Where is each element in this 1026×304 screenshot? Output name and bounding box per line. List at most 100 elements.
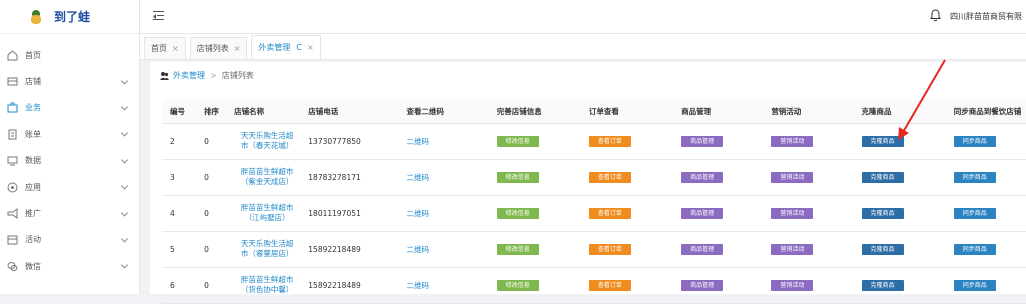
store-sort: 0: [196, 267, 227, 304]
store-sort: 0: [196, 231, 227, 268]
marketing-button[interactable]: 营销活动: [771, 171, 814, 183]
clone-products-button[interactable]: 克隆商品: [861, 135, 904, 147]
action-cell: 营销活动: [763, 159, 854, 196]
store-name-link[interactable]: 天天乐购生活超 市（春天花城）: [226, 123, 301, 160]
bell-icon[interactable]: [930, 9, 941, 22]
tab-store-list[interactable]: 店铺列表 ×: [189, 37, 248, 59]
store-table: 编号 排序 店铺名称 店铺电话 查看二维码 完善店铺信息 订单查看 商品管理 营销活动 克隆商品同…: [162, 100, 1026, 304]
top-bar: 四川胖苗苗商贸有限: [140, 0, 1026, 34]
sidebar: 到了蛙 首页店铺业务 账单数据应用 推广 活动 微信: [0, 0, 140, 294]
sidebar-item[interactable]: 应用: [0, 174, 139, 200]
store-id: 2: [162, 123, 197, 160]
edit-info-button[interactable]: 修改信息: [496, 279, 539, 291]
marketing-button[interactable]: 营销活动: [771, 279, 814, 291]
company-name[interactable]: 四川胖苗苗商贸有限: [950, 11, 1022, 22]
action-cell: 克隆商品: [853, 231, 946, 268]
view-orders-button[interactable]: 查看订单: [588, 279, 631, 291]
breadcrumb-root[interactable]: 外卖管理: [173, 70, 205, 81]
action-cell: 商品管理: [673, 123, 764, 160]
tab-home[interactable]: 首页 ×: [144, 37, 186, 59]
action-cell: 查看订单: [580, 123, 674, 160]
brand-name: 到了蛙: [54, 10, 91, 24]
column-header: 订单查看: [580, 100, 674, 124]
close-icon[interactable]: ×: [234, 44, 241, 53]
sidebar-item[interactable]: 微信: [0, 253, 139, 279]
qr-code-link[interactable]: 二维码: [398, 195, 489, 232]
action-cell: 克隆商品: [853, 123, 946, 160]
qr-code-link[interactable]: 二维码: [398, 123, 489, 160]
store-name-line: 市（春天花城）: [240, 141, 294, 150]
table-row: 5 0 天天乐购生活超 市（睿蓥居店） 15892218489 二维码 修改信息 查看订单 商品…: [162, 231, 1026, 268]
sidebar-item[interactable]: 店铺: [0, 68, 139, 94]
store-name-link[interactable]: 胖苗苗生鲜超市 （紫金天成店）: [226, 159, 301, 196]
store-name-link[interactable]: 天天乐购生活超 市（睿蓥居店）: [226, 231, 301, 268]
action-cell: 营销活动: [763, 123, 854, 160]
product-management-button[interactable]: 商品管理: [681, 207, 724, 219]
view-orders-button[interactable]: 查看订单: [588, 243, 631, 255]
action-cell: 商品管理: [673, 267, 764, 304]
product-management-button[interactable]: 商品管理: [681, 243, 724, 255]
sync-products-button[interactable]: 同步商品: [953, 171, 996, 183]
store-name-line: 市（睿蓥居店）: [240, 249, 294, 258]
store-name-link[interactable]: 胖苗苗生鲜超市 （货色协中馨）: [226, 267, 301, 304]
sidebar-item[interactable]: 首页: [0, 42, 139, 68]
qr-code-link[interactable]: 二维码: [398, 159, 489, 196]
sidebar-item[interactable]: 账单: [0, 121, 139, 147]
action-cell: 修改信息: [488, 195, 581, 232]
action-cell: 营销活动: [763, 267, 854, 304]
activity-icon: [7, 234, 18, 245]
action-cell: 营销活动: [763, 231, 854, 268]
edit-info-button[interactable]: 修改信息: [496, 207, 539, 219]
table-row: 6 0 胖苗苗生鲜超市 （货色协中馨） 15892218489 二维码 修改信息 查看订单 商品…: [162, 267, 1026, 304]
table-row: 3 0 胖苗苗生鲜超市 （紫金天成店） 18783278171 二维码 修改信息 查看订单 商品…: [162, 159, 1026, 196]
action-cell: 商品管理: [673, 195, 764, 232]
product-management-button[interactable]: 商品管理: [681, 135, 724, 147]
view-orders-button[interactable]: 查看订单: [588, 171, 631, 183]
store-id: 6: [162, 267, 197, 304]
sync-products-button[interactable]: 同步商品: [953, 207, 996, 219]
sidebar-item[interactable]: 活动: [0, 227, 139, 253]
sidebar-item[interactable]: 推广: [0, 200, 139, 226]
edit-info-button[interactable]: 修改信息: [496, 135, 539, 147]
clone-products-button[interactable]: 克隆商品: [861, 279, 904, 291]
sync-products-button[interactable]: 同步商品: [953, 135, 996, 147]
table-row: 4 0 胖苗苗生鲜超市 （江屿墅店） 18011197051 二维码 修改信息 查看订单 商品管…: [162, 195, 1026, 232]
marketing-button[interactable]: 营销活动: [771, 135, 814, 147]
view-orders-button[interactable]: 查看订单: [588, 135, 631, 147]
sync-products-button[interactable]: 同步商品: [953, 243, 996, 255]
sidebar-item[interactable]: 数据: [0, 148, 139, 174]
home-icon: [7, 50, 18, 61]
brand-logo[interactable]: 到了蛙: [0, 0, 139, 34]
close-icon[interactable]: ×: [172, 44, 179, 53]
action-cell: 查看订单: [580, 231, 674, 268]
breadcrumb-separator: >: [210, 71, 217, 80]
column-header: 同步商品到餐饮店铺: [945, 100, 1026, 124]
qr-code-link[interactable]: 二维码: [398, 267, 489, 304]
tab-takeout-management[interactable]: 外卖管理 C ×: [251, 35, 321, 59]
action-cell: 克隆商品: [853, 195, 946, 232]
collapse-menu-icon[interactable]: [153, 11, 164, 21]
sidebar-item[interactable]: 业务: [0, 95, 139, 121]
close-icon[interactable]: ×: [307, 43, 314, 52]
clone-products-button[interactable]: 克隆商品: [861, 243, 904, 255]
sidebar-item-label: 店铺: [25, 77, 41, 87]
clone-products-button[interactable]: 克隆商品: [861, 171, 904, 183]
product-management-button[interactable]: 商品管理: [681, 279, 724, 291]
edit-info-button[interactable]: 修改信息: [496, 243, 539, 255]
refresh-icon[interactable]: C: [296, 43, 302, 52]
view-orders-button[interactable]: 查看订单: [588, 207, 631, 219]
action-cell: 同步商品: [945, 123, 1026, 160]
marketing-button[interactable]: 营销活动: [771, 207, 814, 219]
store-sort: 0: [196, 195, 227, 232]
store-id: 4: [162, 195, 197, 232]
edit-info-button[interactable]: 修改信息: [496, 171, 539, 183]
sidebar-item-label: 数据: [25, 156, 41, 166]
tab-label: 外卖管理: [258, 43, 291, 52]
product-management-button[interactable]: 商品管理: [681, 171, 724, 183]
marketing-button[interactable]: 营销活动: [771, 243, 814, 255]
sync-products-button[interactable]: 同步商品: [953, 279, 996, 291]
promotion-icon: [7, 208, 18, 220]
qr-code-link[interactable]: 二维码: [398, 231, 489, 268]
store-name-link[interactable]: 胖苗苗生鲜超市 （江屿墅店）: [226, 195, 301, 232]
clone-products-button[interactable]: 克隆商品: [861, 207, 904, 219]
